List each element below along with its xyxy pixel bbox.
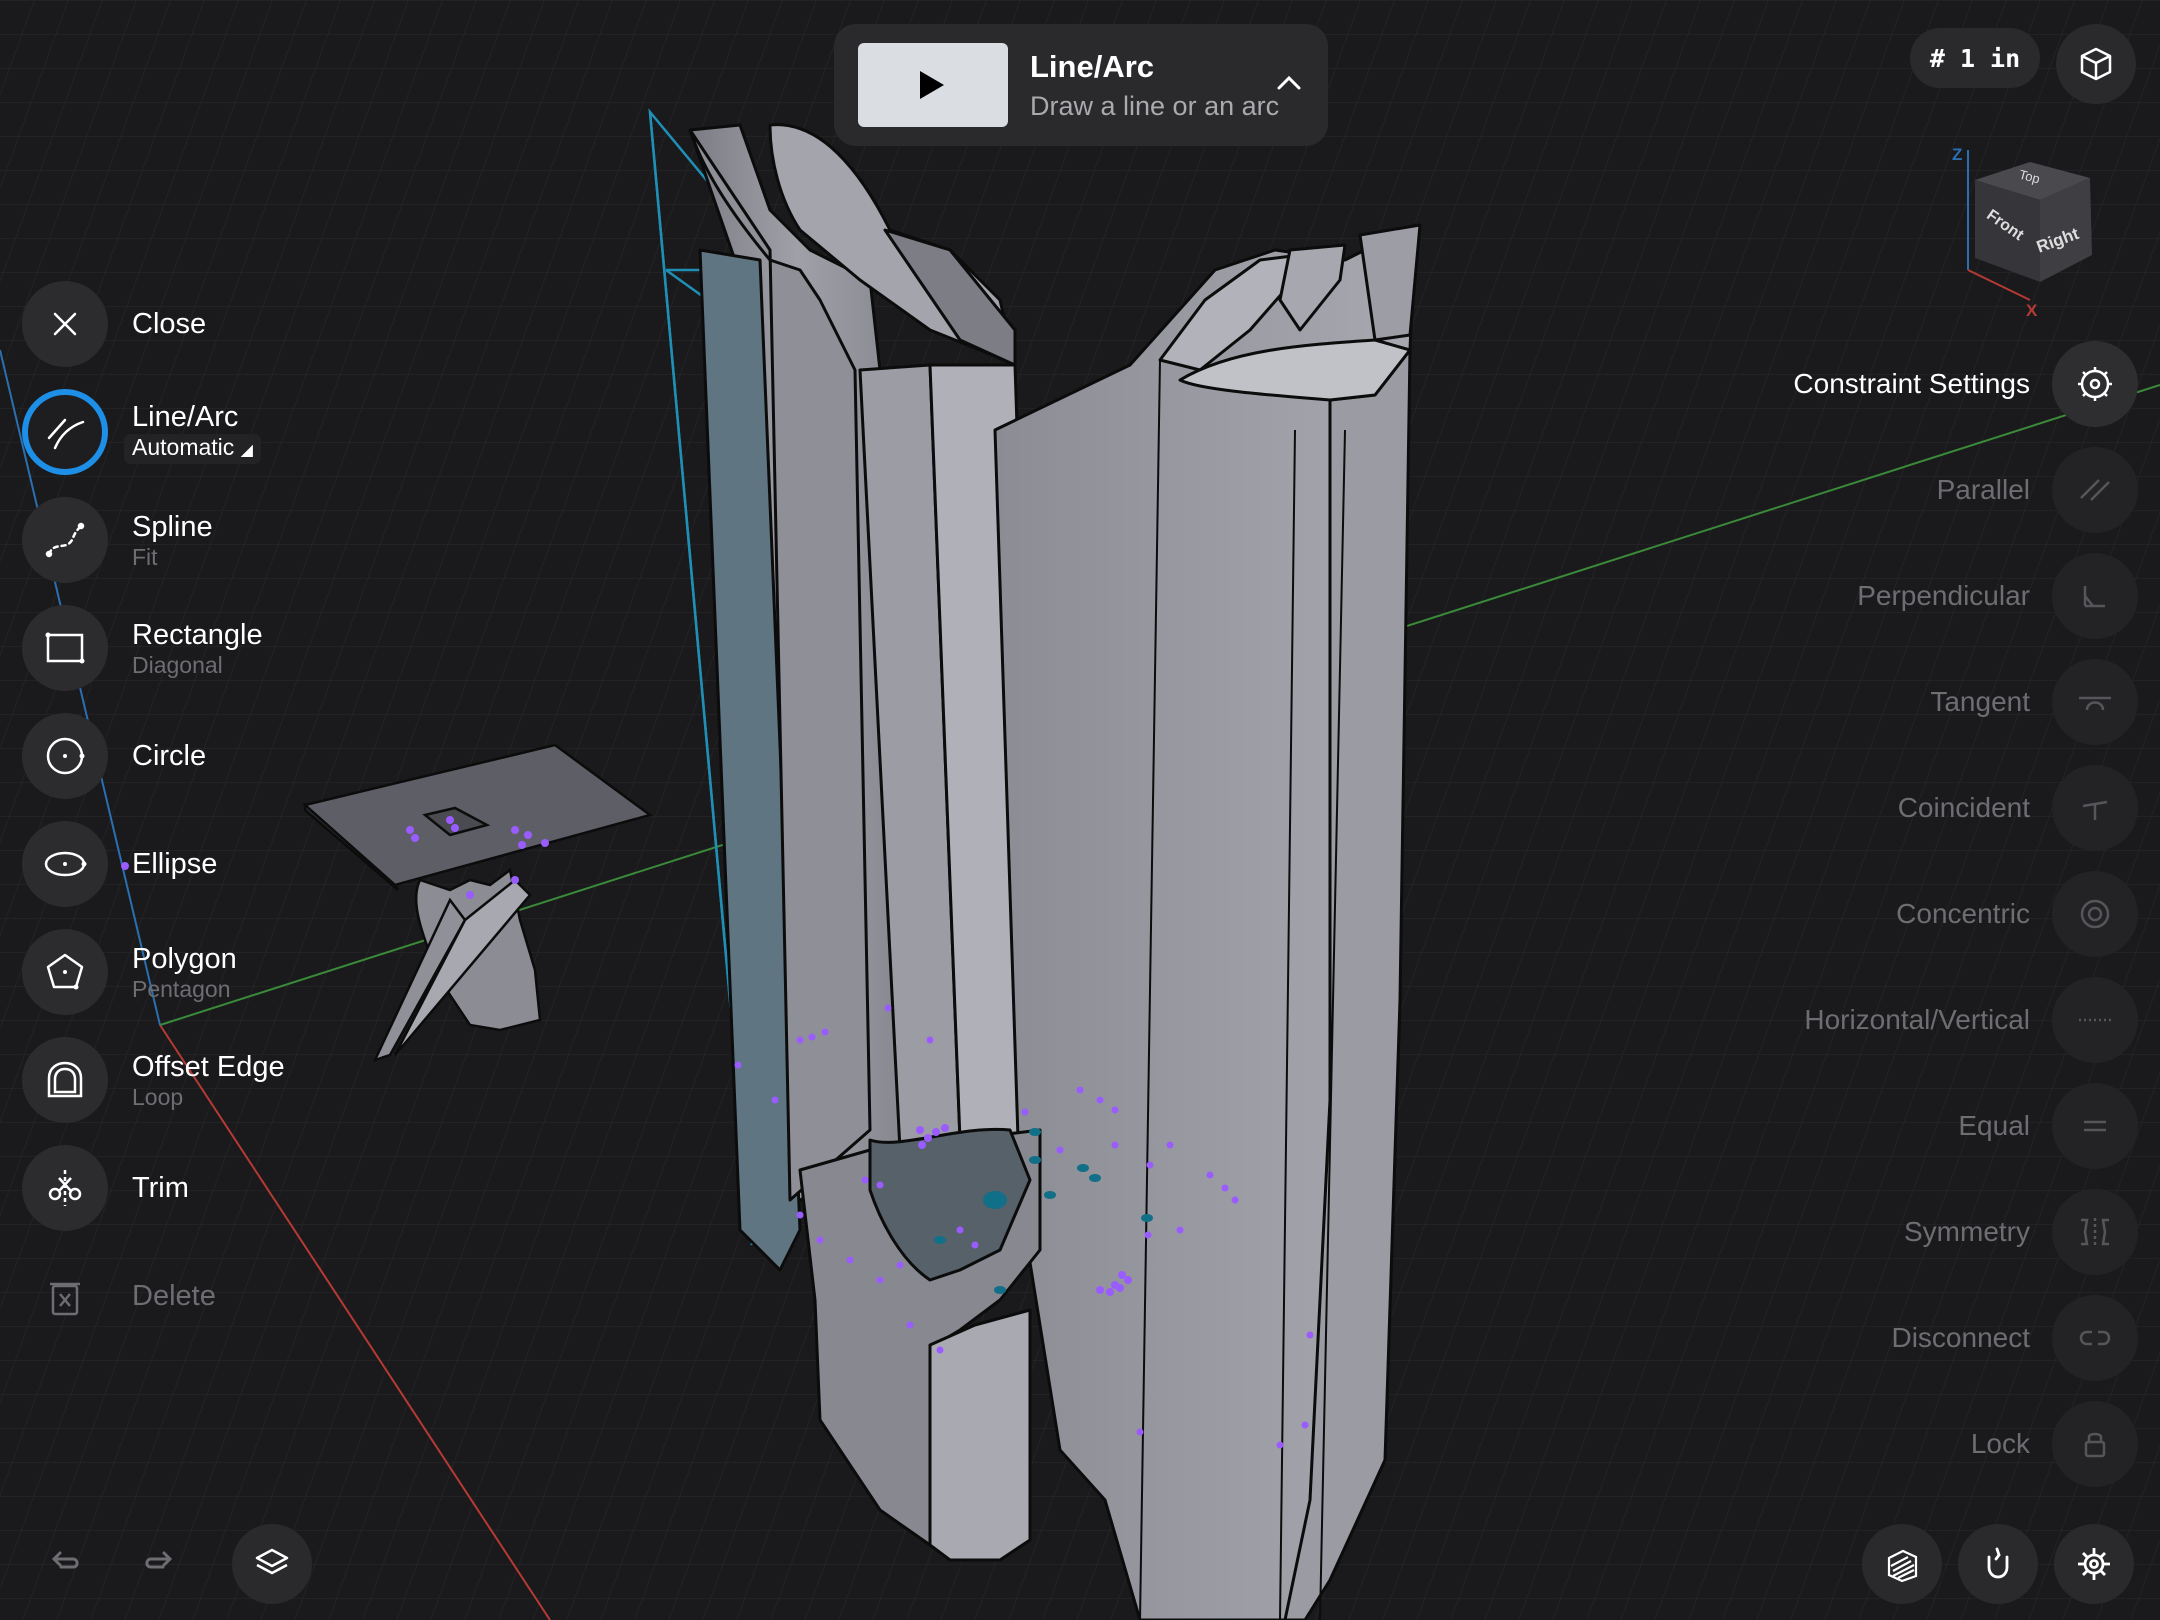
tutorial-thumbnail[interactable] <box>858 43 1008 127</box>
constraint-tangent[interactable]: Tangent <box>1930 656 2138 748</box>
rectangle-icon <box>45 632 85 664</box>
polygon-icon <box>46 953 84 990</box>
tool-spline[interactable]: Spline Fit <box>22 494 213 586</box>
settings-gear-icon <box>2078 1548 2110 1580</box>
tool-label: Spline <box>132 510 213 543</box>
layers-button[interactable] <box>232 1524 312 1604</box>
concentric-icon <box>2080 899 2110 929</box>
tool-ellipse[interactable]: Ellipse <box>22 818 217 910</box>
constraint-label: Horizontal/Vertical <box>1804 1004 2030 1035</box>
ellipse-icon <box>44 851 87 877</box>
tool-polygon[interactable]: Polygon Pentagon <box>22 926 237 1018</box>
close-icon <box>53 312 77 336</box>
tool-line-arc[interactable]: Line/Arc Automatic ◢ <box>22 386 261 478</box>
tool-sub-label: Fit <box>132 543 158 570</box>
snap-magnet-icon <box>1987 1547 2009 1579</box>
tangent-icon <box>2079 696 2111 711</box>
tool-delete[interactable]: Delete <box>22 1250 216 1342</box>
constraint-lock[interactable]: Lock <box>1971 1398 2138 1490</box>
constraint-label: Disconnect <box>1891 1322 2030 1353</box>
grid-size-button[interactable]: # 1 in <box>1910 28 2040 88</box>
constraint-disconnect[interactable]: Disconnect <box>1891 1292 2138 1384</box>
horizontal-vertical-icon <box>2079 1018 2111 1022</box>
constraint-label: Symmetry <box>1904 1216 2030 1247</box>
tool-label: Offset Edge <box>132 1050 285 1083</box>
constraint-label: Lock <box>1970 1428 2030 1459</box>
gear-icon <box>2078 367 2112 401</box>
layers-icon <box>255 1548 289 1575</box>
play-icon <box>920 71 944 99</box>
tool-label: Close <box>132 308 207 340</box>
constraint-concentric[interactable]: Concentric <box>1896 868 2138 960</box>
spline-icon <box>45 522 85 558</box>
tool-label: Polygon <box>132 942 237 975</box>
symmetry-icon <box>2081 1218 2109 1246</box>
tool-sub-label: Automatic <box>132 434 235 460</box>
tool-circle[interactable]: Circle <box>22 710 206 802</box>
tool-offset-edge[interactable]: Offset Edge Loop <box>22 1034 285 1126</box>
trash-icon <box>50 1282 80 1316</box>
tool-label: Delete <box>132 1280 216 1312</box>
constraint-parallel[interactable]: Parallel <box>1937 444 2138 536</box>
chevron-up-icon[interactable] <box>1274 68 1304 98</box>
constraint-label: Concentric <box>1896 898 2030 929</box>
view-mode-button[interactable] <box>2056 24 2136 104</box>
redo-icon <box>145 1551 173 1569</box>
command-title: Line/Arc <box>1030 48 1155 84</box>
tool-sub-label: Pentagon <box>132 975 231 1002</box>
constraint-horizontal-vertical[interactable]: Horizontal/Vertical <box>1804 974 2138 1066</box>
constraint-equal[interactable]: Equal <box>1958 1080 2138 1172</box>
constraint-label: Constraint Settings <box>1793 368 2030 399</box>
constraint-symmetry[interactable]: Symmetry <box>1904 1186 2138 1278</box>
tool-close[interactable]: Close <box>22 278 206 370</box>
constraint-label: Parallel <box>1936 474 2030 505</box>
dropdown-triangle-icon: ◢ <box>240 442 253 459</box>
tool-sub-label: Loop <box>132 1083 184 1110</box>
tool-label: Line/Arc <box>132 401 239 433</box>
parallel-icon <box>2080 479 2110 501</box>
line-arc-mode-dropdown[interactable]: Automatic ◢ <box>124 434 261 464</box>
snap-button[interactable] <box>1958 1524 2038 1604</box>
cube-icon <box>2080 47 2112 81</box>
line-arc-icon <box>47 418 85 450</box>
undo-button[interactable] <box>24 1524 104 1604</box>
circle-icon <box>46 737 85 775</box>
tool-label: Rectangle <box>132 618 263 651</box>
constraint-label: Tangent <box>1930 686 2030 717</box>
trim-icon <box>48 1170 82 1206</box>
equal-icon <box>2084 1120 2106 1132</box>
lock-icon <box>2084 1432 2106 1458</box>
perpendicular-icon <box>2083 586 2105 608</box>
redo-button[interactable] <box>120 1524 200 1604</box>
settings-button[interactable] <box>2054 1524 2134 1604</box>
tool-label: Ellipse <box>132 848 218 880</box>
section-view-button[interactable] <box>1862 1524 1942 1604</box>
undo-icon <box>51 1551 79 1569</box>
coincident-icon <box>2082 800 2108 820</box>
tool-trim[interactable]: Trim <box>22 1142 189 1234</box>
offset-edge-icon <box>47 1061 83 1098</box>
x-axis-label: X <box>2026 301 2038 320</box>
constraint-label: Equal <box>1958 1110 2030 1141</box>
cad-viewport[interactable]: Top Front Right Z X <box>0 0 2160 1620</box>
command-card[interactable]: Line/Arc Draw a line or an arc <box>834 24 1328 146</box>
command-subtitle: Draw a line or an arc <box>1030 90 1280 121</box>
disconnect-icon <box>2079 1330 2111 1346</box>
section-view-icon <box>1887 1549 1918 1583</box>
constraint-label: Perpendicular <box>1857 580 2030 611</box>
constraint-coincident[interactable]: Coincident <box>1898 762 2138 854</box>
tool-label: Circle <box>132 740 207 772</box>
z-axis-label: Z <box>1952 145 1962 164</box>
tool-sub-label: Diagonal <box>132 651 223 678</box>
tool-rectangle[interactable]: Rectangle Diagonal <box>22 602 263 694</box>
constraint-settings[interactable]: Constraint Settings <box>1793 338 2138 430</box>
constraint-perpendicular[interactable]: Perpendicular <box>1857 550 2138 642</box>
constraint-label: Coincident <box>1897 792 2030 823</box>
tool-label: Trim <box>132 1172 189 1204</box>
